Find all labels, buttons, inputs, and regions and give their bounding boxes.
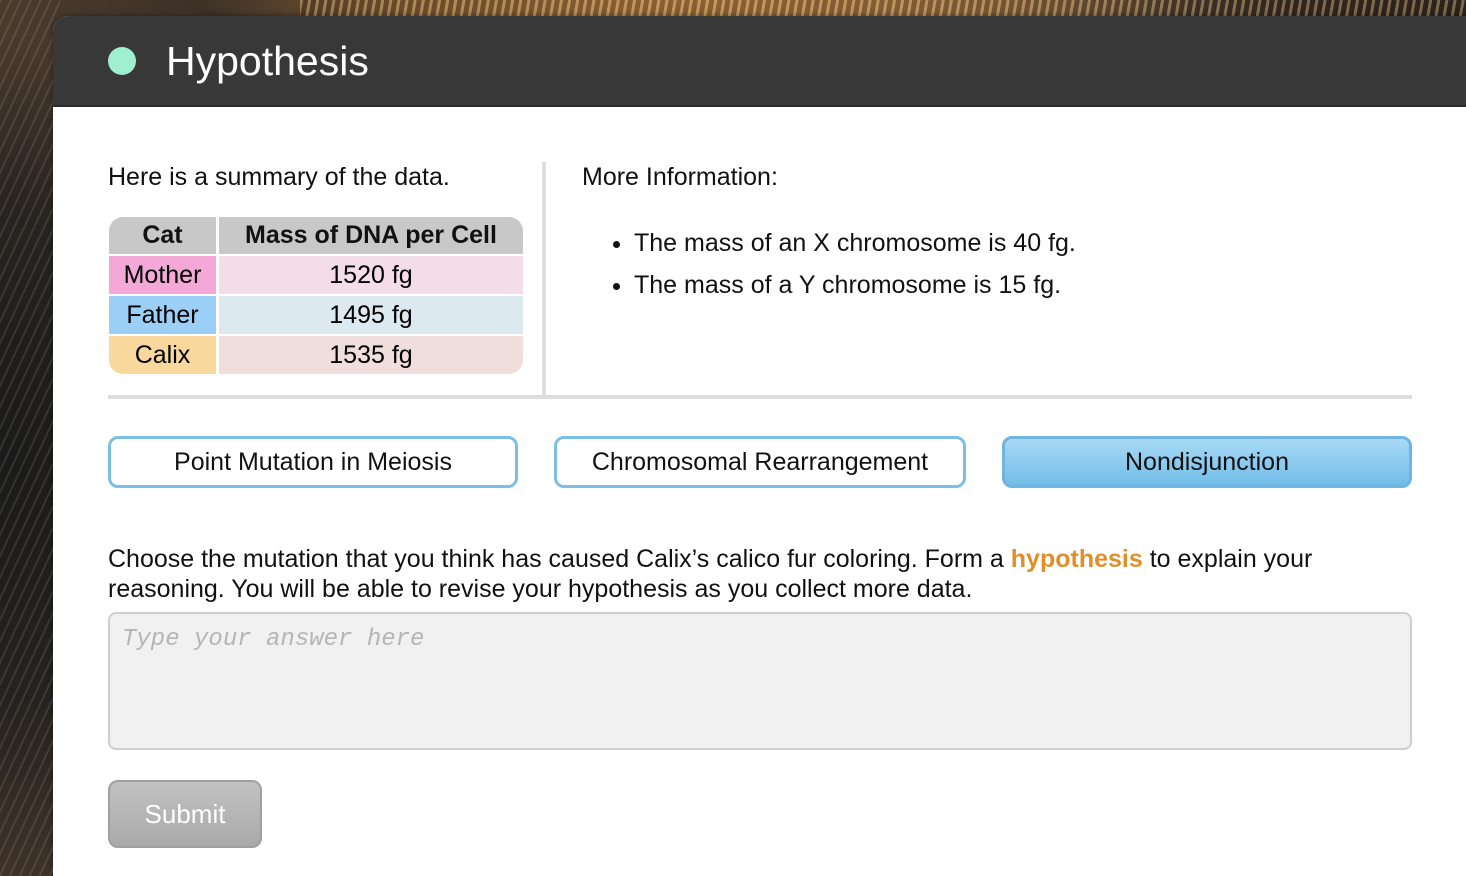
table-row: Mother 1520 fg [109,256,523,296]
table-cell-mass: 1520 fg [219,256,523,296]
answer-input[interactable] [108,612,1412,750]
status-dot-icon [108,47,136,75]
hypothesis-prompt: Choose the mutation that you think has c… [108,544,1412,604]
nondisjunction-button[interactable]: Nondisjunction [1002,436,1412,488]
more-info-list: The mass of an X chromosome is 40 fg. Th… [582,222,1402,306]
section-divider [108,395,1412,399]
prompt-text-before: Choose the mutation that you think has c… [108,545,1011,573]
dna-mass-table: Cat Mass of DNA per Cell Mother 1520 fg … [109,217,523,374]
chromosomal-rearrangement-button[interactable]: Chromosomal Rearrangement [554,436,966,488]
table-row: Calix 1535 fg [109,336,523,374]
submit-button[interactable]: Submit [108,780,262,848]
panel-header: Hypothesis [53,16,1466,107]
point-mutation-button[interactable]: Point Mutation in Meiosis [108,436,518,488]
table-cell-mass: 1495 fg [219,296,523,336]
list-item: The mass of a Y chromosome is 15 fg. [634,264,1402,306]
hypothesis-panel: Hypothesis Here is a summary of the data… [53,16,1466,876]
table-cell-cat: Father [109,296,219,336]
hypothesis-keyword-link[interactable]: hypothesis [1011,545,1143,573]
table-header-mass: Mass of DNA per Cell [219,217,523,256]
summary-intro: Here is a summary of the data. [108,163,450,191]
more-info-title: More Information: [582,163,778,191]
panel-title: Hypothesis [166,38,369,84]
background-fur-streaks [0,0,60,876]
column-divider [542,162,546,396]
table-row: Father 1495 fg [109,296,523,336]
more-information: More Information: The mass of an X chrom… [582,162,1402,306]
table-header-row: Cat Mass of DNA per Cell [109,217,523,256]
table-cell-cat: Mother [109,256,219,296]
table-cell-mass: 1535 fg [219,336,523,374]
list-item: The mass of an X chromosome is 40 fg. [634,222,1402,264]
table-cell-cat: Calix [109,336,219,374]
table-header-cat: Cat [109,217,219,256]
